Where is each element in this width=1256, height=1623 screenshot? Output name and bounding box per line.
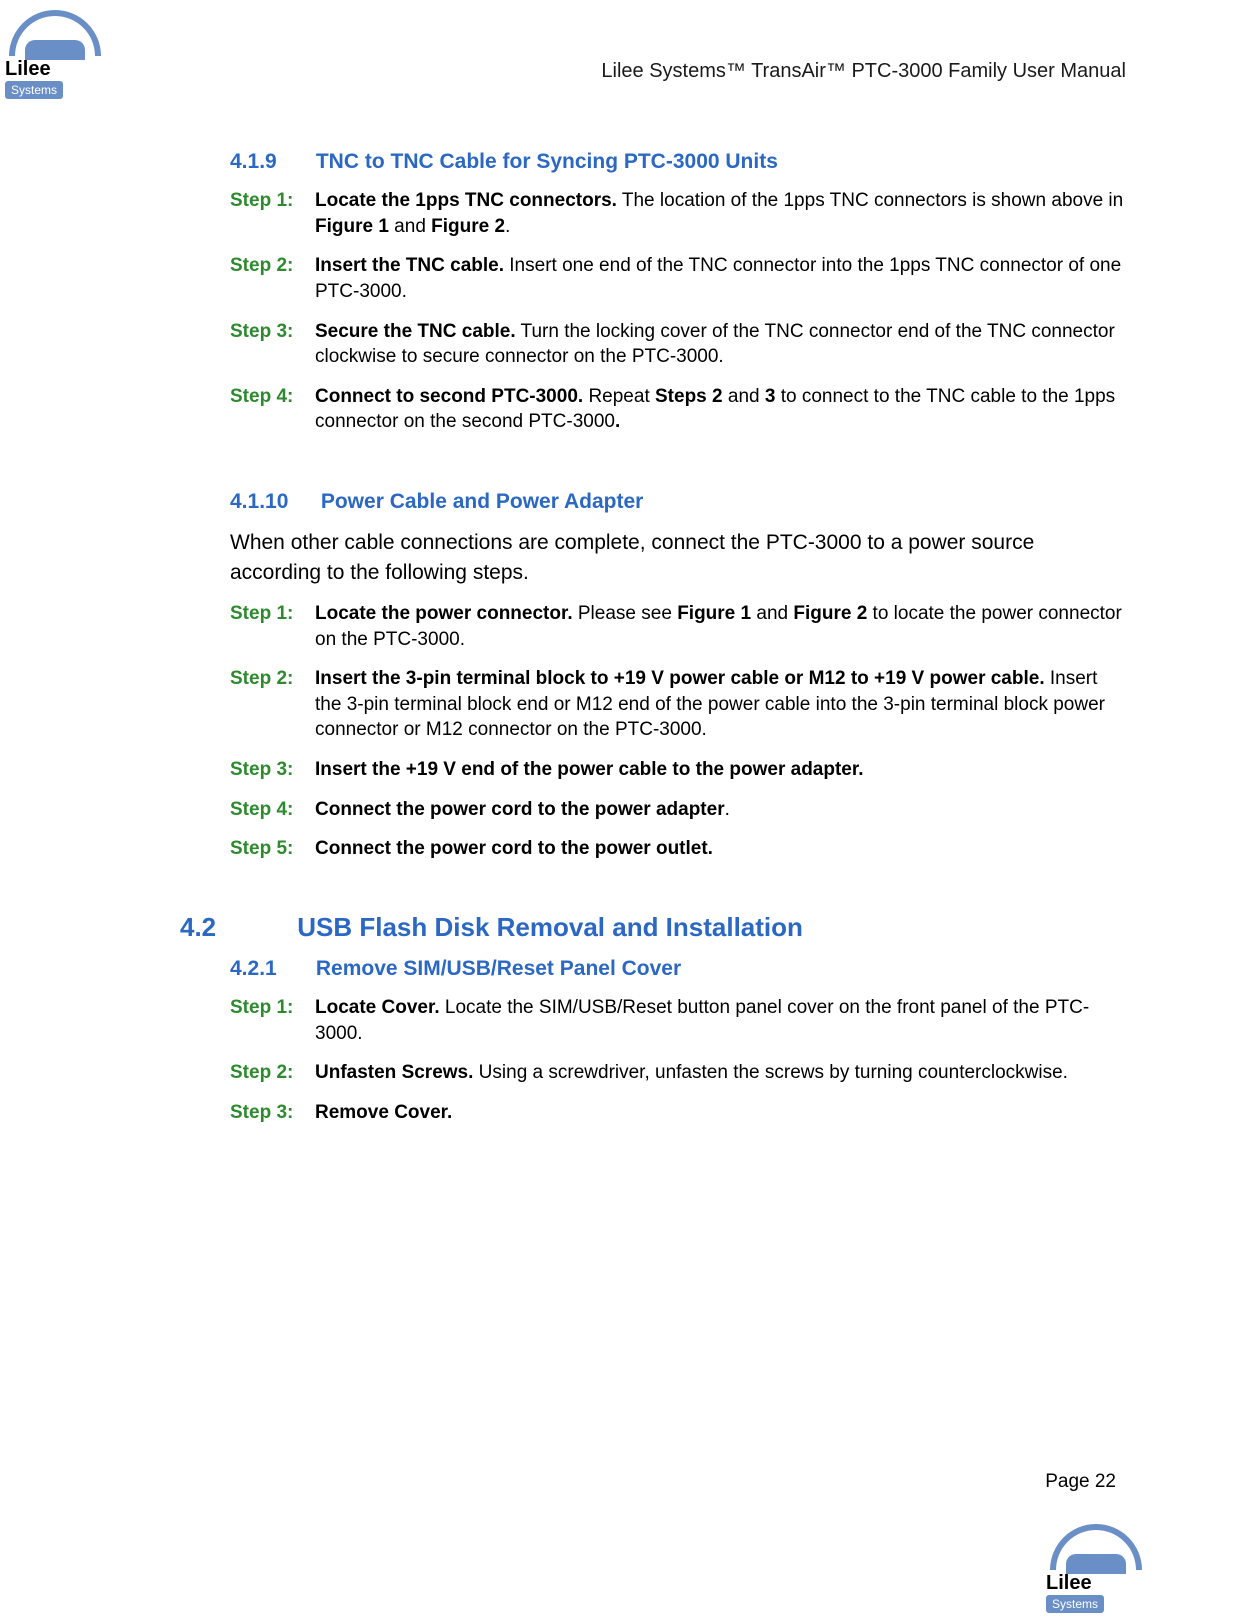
brand-logo-top: Lilee Systems [5,10,105,99]
step-row: Step 3: Insert the +19 V end of the powe… [230,757,1126,783]
step-bold: Connect the power cord to the power adap… [315,799,725,820]
step-row: Step 4: Connect the power cord to the po… [230,797,1126,823]
heading-text: Power Cable and Power Adapter [321,490,643,513]
figure-ref: Figure 2 [431,216,505,237]
page-number: Page 22 [1045,1471,1116,1493]
steps-4-1-10: Step 1: Locate the power connector. Plea… [230,601,1126,862]
step-bold: Connect the power cord to the power outl… [315,838,713,859]
step-bold: Insert the +19 V end of the power cable … [315,759,864,780]
step-body: Connect the power cord to the power adap… [315,797,1126,823]
step-body: Insert the TNC cable. Insert one end of … [315,253,1126,304]
heading-4-1-9: 4.1.9 TNC to TNC Cable for Syncing PTC-3… [230,150,1126,174]
heading-text: Remove SIM/USB/Reset Panel Cover [316,957,681,980]
heading-number: 4.1.10 [230,490,315,514]
step-body: Connect the power cord to the power outl… [315,836,1126,862]
heading-4-1-10: 4.1.10 Power Cable and Power Adapter [230,490,1126,514]
step-body: Locate the power connector. Please see F… [315,601,1126,652]
step-label: Step 2: [230,253,315,304]
step-label: Step 1: [230,188,315,239]
step-label: Step 3: [230,319,315,370]
step-text: Using a screwdriver, unfasten the screws… [473,1062,1068,1083]
logo-tag: Systems [5,81,63,99]
step-row: Step 1: Locate the 1pps TNC connectors. … [230,188,1126,239]
figure-ref: Figure 2 [793,603,867,624]
step-label: Step 5: [230,836,315,862]
document-header-title: Lilee Systems™ TransAir™ PTC-3000 Family… [601,60,1126,83]
step-ref: Steps 2 [655,386,723,407]
page-content: 4.1.9 TNC to TNC Cable for Syncing PTC-3… [180,130,1126,1126]
step-body: Secure the TNC cable. Turn the locking c… [315,319,1126,370]
step-row: Step 1: Locate the power connector. Plea… [230,601,1126,652]
step-label: Step 3: [230,757,315,783]
step-text: Repeat [583,386,655,407]
step-bold: Locate the power connector. [315,603,573,624]
step-label: Step 1: [230,601,315,652]
step-bold: Connect to second PTC-3000. [315,386,583,407]
heading-text: TNC to TNC Cable for Syncing PTC-3000 Un… [316,150,778,173]
step-text: and [723,386,765,407]
step-text: . [615,411,620,432]
heading-number: 4.2.1 [230,957,310,981]
heading-number: 4.1.9 [230,150,310,174]
heading-text: USB Flash Disk Removal and Installation [297,912,803,942]
step-row: Step 1: Locate Cover. Locate the SIM/USB… [230,995,1126,1046]
step-row: Step 3: Remove Cover. [230,1100,1126,1126]
step-body: Remove Cover. [315,1100,1126,1126]
step-body: Connect to second PTC-3000. Repeat Steps… [315,384,1126,435]
section-intro: When other cable connections are complet… [230,528,1126,587]
heading-4-2-1: 4.2.1 Remove SIM/USB/Reset Panel Cover [230,957,1126,981]
step-text: Please see [573,603,678,624]
step-text: The location of the 1pps TNC connectors … [617,190,1123,211]
brand-logo-bottom: Lilee Systems [1046,1524,1146,1613]
heading-4-2: 4.2 USB Flash Disk Removal and Installat… [180,912,1126,943]
step-row: Step 2: Unfasten Screws. Using a screwdr… [230,1060,1126,1086]
step-body: Locate the 1pps TNC connectors. The loca… [315,188,1126,239]
step-text: . [725,799,730,820]
logo-name: Lilee [5,58,51,81]
step-bold: Locate the 1pps TNC connectors. [315,190,617,211]
logo-name: Lilee [1046,1572,1092,1595]
figure-ref: Figure 1 [677,603,751,624]
step-text: and [751,603,793,624]
step-row: Step 4: Connect to second PTC-3000. Repe… [230,384,1126,435]
step-label: Step 1: [230,995,315,1046]
step-body: Locate Cover. Locate the SIM/USB/Reset b… [315,995,1126,1046]
step-bold: Insert the TNC cable. [315,255,504,276]
step-label: Step 3: [230,1100,315,1126]
step-label: Step 4: [230,797,315,823]
steps-4-1-9: Step 1: Locate the 1pps TNC connectors. … [230,188,1126,435]
heading-number: 4.2 [180,912,290,943]
step-label: Step 4: [230,384,315,435]
step-body: Unfasten Screws. Using a screwdriver, un… [315,1060,1126,1086]
figure-ref: Figure 1 [315,216,389,237]
steps-4-2-1: Step 1: Locate Cover. Locate the SIM/USB… [230,995,1126,1126]
step-body: Insert the 3-pin terminal block to +19 V… [315,666,1126,743]
step-row: Step 3: Secure the TNC cable. Turn the l… [230,319,1126,370]
step-body: Insert the +19 V end of the power cable … [315,757,1126,783]
step-bold: Unfasten Screws. [315,1062,473,1083]
step-bold: Insert the 3-pin terminal block to +19 V… [315,668,1045,689]
step-bold: Secure the TNC cable. [315,321,516,342]
step-bold: Locate Cover. [315,997,440,1018]
step-label: Step 2: [230,1060,315,1086]
step-row: Step 2: Insert the 3-pin terminal block … [230,666,1126,743]
step-ref: 3 [765,386,776,407]
step-text: . [505,216,510,237]
step-row: Step 5: Connect the power cord to the po… [230,836,1126,862]
step-label: Step 2: [230,666,315,743]
step-row: Step 2: Insert the TNC cable. Insert one… [230,253,1126,304]
logo-tag: Systems [1046,1595,1104,1613]
step-text: and [389,216,431,237]
step-bold: Remove Cover. [315,1102,452,1123]
